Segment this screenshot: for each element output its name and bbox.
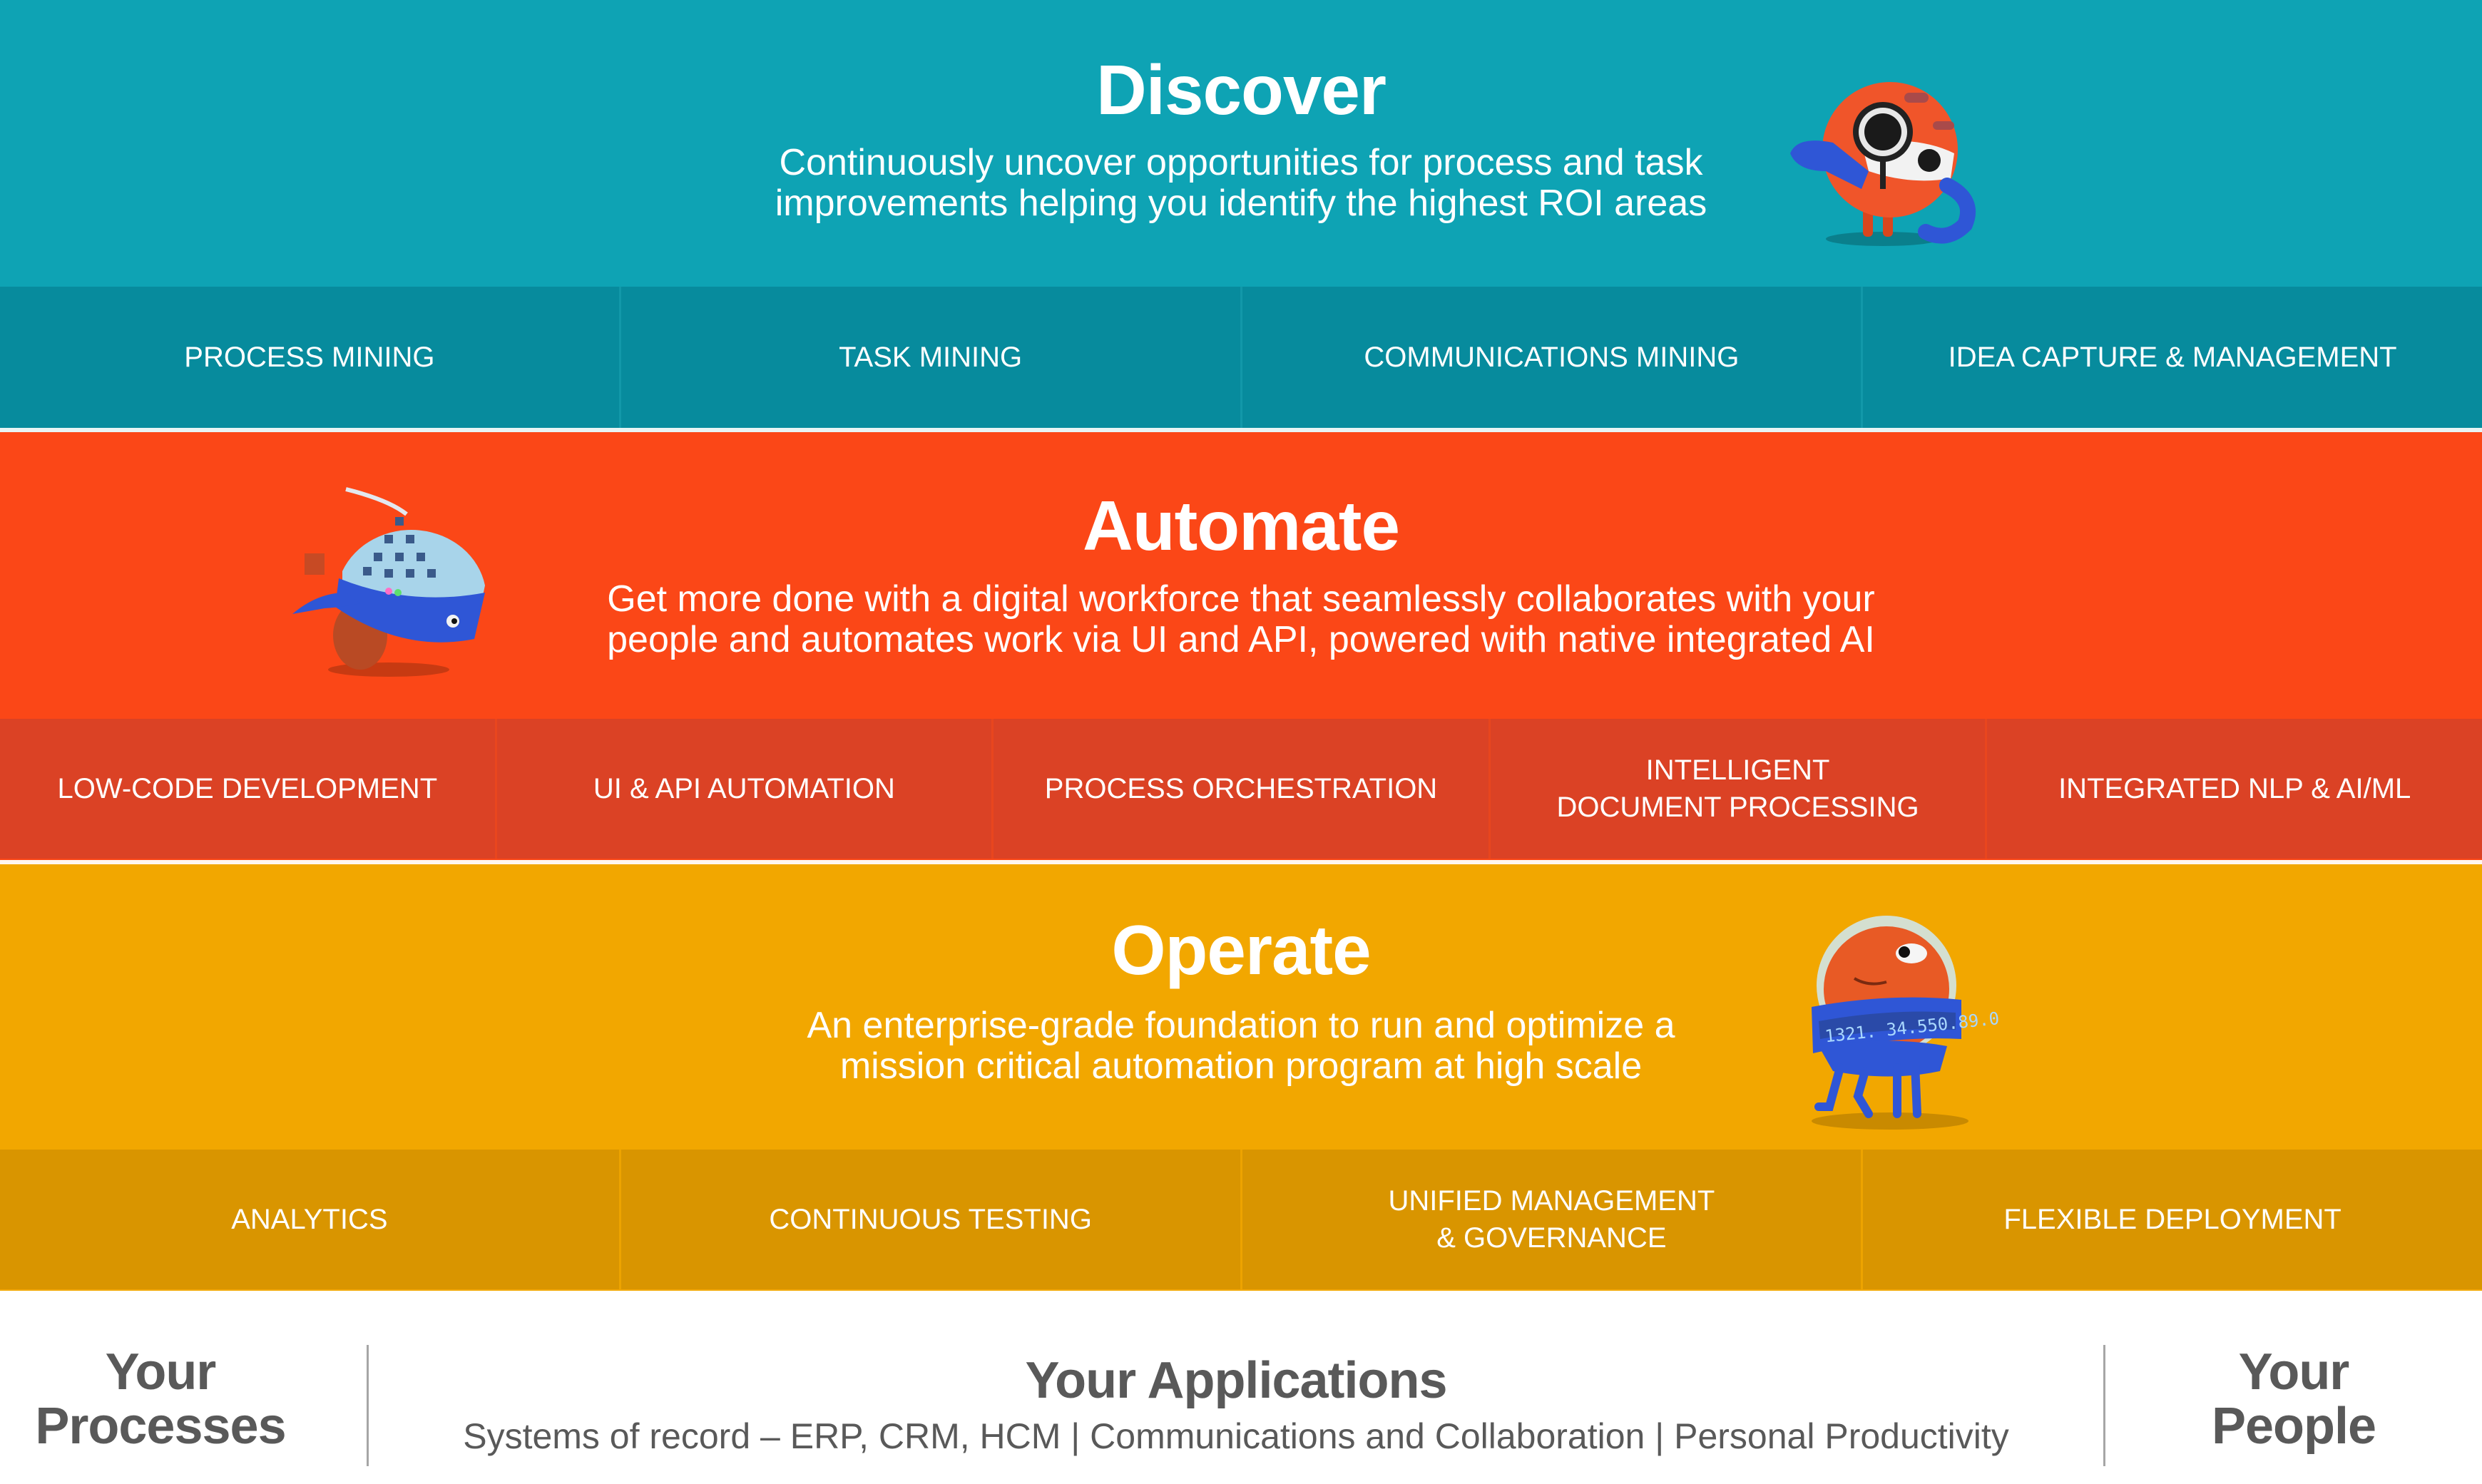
tile-label: PROCESS ORCHESTRATION [1044,773,1438,804]
automate-tile[interactable]: UI & API AUTOMATION [496,719,994,859]
discover-description-line: Continuously uncover opportunities for p… [779,142,1703,183]
operate-tile[interactable]: CONTINUOUS TESTING [620,1150,1242,1289]
automate-tile[interactable]: INTELLIGENT DOCUMENT PROCESSING [1490,719,1988,859]
discover-tile[interactable]: COMMUNICATIONS MINING [1242,287,1864,428]
discover-description: Continuously uncover opportunities for p… [0,143,2482,224]
magnifying-glass-robot-mascot-icon [1790,82,1976,246]
tile-label: PROCESS MINING [184,342,435,373]
operate-description: An enterprise-grade foundation to run an… [0,1005,2482,1087]
your-applications-block: Your Applications Systems of record – ER… [369,1353,2103,1456]
discover-section: Discover Continuously uncover opportunit… [0,0,2482,431]
operate-tile[interactable]: UNIFIED MANAGEMENT & GOVERNANCE [1242,1150,1864,1289]
your-applications-title: Your Applications [1025,1352,1447,1409]
tile-label: INTEGRATED NLP & AI/ML [2058,773,2411,804]
your-processes-line: Your [105,1344,217,1401]
operate-tile[interactable]: ANALYTICS [0,1150,621,1289]
your-processes-label: Your Processes [0,1345,321,1453]
tile-label: ANALYTICS [231,1204,388,1235]
discover-tile[interactable]: TASK MINING [620,287,1242,428]
dome-network-robot-mascot-icon [292,487,485,677]
tile-label: UI & API AUTOMATION [593,773,895,804]
operate-section: Operate An enterprise-grade foundation t… [0,864,2482,1291]
your-people-label: Your People [2105,1345,2482,1453]
discover-tile[interactable]: PROCESS MINING [0,287,621,428]
foundation-footer: Your Processes Your Applications Systems… [0,1291,2482,1484]
tile-label: TASK MINING [839,342,1023,373]
your-people-line: People [2211,1398,2376,1455]
tile-label: UNIFIED MANAGEMENT & GOVERNANCE [1388,1185,1715,1254]
operate-capabilities: ANALYTICS CONTINUOUS TESTING UNIFIED MAN… [0,1150,2482,1289]
operate-description-line: An enterprise-grade foundation to run an… [807,1005,1675,1046]
discover-title: Discover [1096,51,1386,129]
automate-tile[interactable]: INTEGRATED NLP & AI/ML [1987,719,2482,859]
automate-tile[interactable]: LOW-CODE DEVELOPMENT [0,719,497,859]
tile-label: CONTINUOUS TESTING [769,1204,1092,1235]
tile-label: IDEA CAPTURE & MANAGEMENT [1948,342,2397,373]
automate-section: Automate Get more done with a digital wo… [0,432,2482,860]
discover-tile[interactable]: IDEA CAPTURE & MANAGEMENT [1863,287,2482,428]
operate-title: Operate [1111,911,1371,989]
tile-label: INTELLIGENT DOCUMENT PROCESSING [1556,754,1919,823]
your-people-line: Your [2238,1344,2350,1401]
operate-tile[interactable]: FLEXIBLE DEPLOYMENT [1863,1150,2482,1289]
ticker-band-robot-mascot-icon: 1321. 34.550.89.0 [1812,916,2000,1130]
discover-capabilities: PROCESS MINING TASK MINING COMMUNICATION… [0,287,2482,428]
operate-description-line: mission critical automation program at h… [839,1045,1643,1087]
discover-description-line: improvements helping you identify the hi… [775,183,1707,224]
tile-label: LOW-CODE DEVELOPMENT [57,773,438,804]
automate-capabilities: LOW-CODE DEVELOPMENT UI & API AUTOMATION… [0,719,2482,859]
automate-tile[interactable]: PROCESS ORCHESTRATION [994,719,1491,859]
your-applications-subtitle: Systems of record – ERP, CRM, HCM | Comm… [463,1416,2009,1456]
tile-label: FLEXIBLE DEPLOYMENT [2003,1204,2341,1235]
tile-label: COMMUNICATIONS MINING [1364,342,1740,373]
your-processes-line: Processes [35,1398,286,1455]
